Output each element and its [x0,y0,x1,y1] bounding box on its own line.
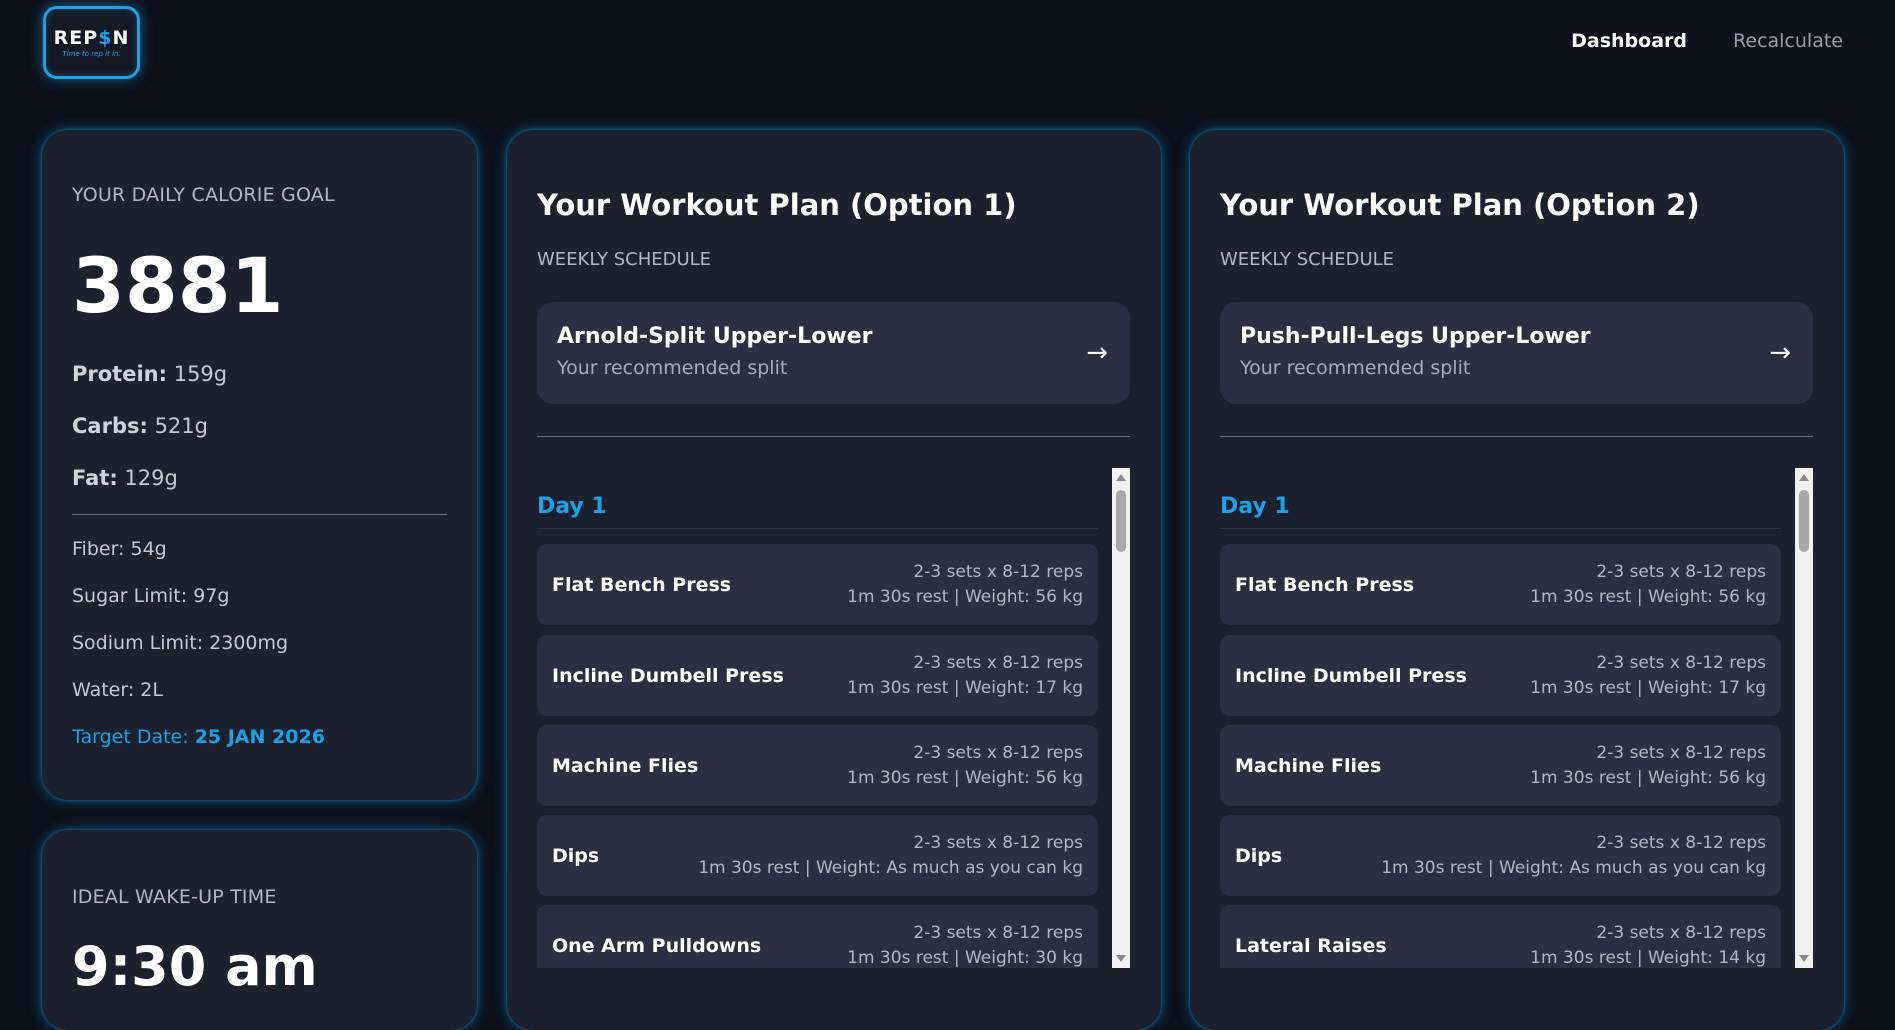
exercise-detail: 2-3 sets x 8-12 reps 1m 30s rest | Weight… [1381,832,1766,878]
arrow-right-icon[interactable]: → [1086,338,1108,368]
exercise-name: Lateral Raises [1235,934,1387,957]
exercise-item[interactable]: One Arm Pulldowns 2-3 sets x 8-12 reps 1m… [537,905,1098,968]
carbs-macro: Carbs: 521g [72,414,208,438]
exercise-item[interactable]: Machine Flies 2-3 sets x 8-12 reps 1m 30s… [537,725,1098,806]
exercise-name: Incline Dumbell Press [552,664,784,687]
main-nav: Dashboard Recalculate [1571,30,1843,52]
protein-macro: Protein: 159g [72,362,228,386]
logo-tagline: Time to rep it in. [62,50,121,58]
scroll-up-icon[interactable] [1799,474,1809,481]
exercise-item[interactable]: Incline Dumbell Press 2-3 sets x 8-12 re… [1220,635,1781,716]
split-card[interactable]: Arnold-Split Upper-Lower Your recommende… [537,302,1130,404]
split-name: Push-Pull-Legs Upper-Lower [1240,324,1591,349]
app-logo[interactable]: REP$N Time to rep it in. [43,6,140,79]
exercise-item[interactable]: Dips 2-3 sets x 8-12 reps 1m 30s rest | W… [537,815,1098,896]
exercise-item[interactable]: Lateral Raises 2-3 sets x 8-12 reps 1m 30… [1220,905,1781,968]
wake-up-card: IDEAL WAKE-UP TIME 9:30 am [42,830,477,1030]
day-heading: Day 1 [537,494,607,519]
scroll-down-icon[interactable] [1799,955,1809,962]
plan-divider [537,436,1130,437]
sodium-limit-item: Sodium Limit: 2300mg [72,632,289,654]
exercise-detail: 2-3 sets x 8-12 reps 1m 30s rest | Weight… [1530,742,1766,788]
exercise-detail: 2-3 sets x 8-12 reps 1m 30s rest | Weight… [847,652,1083,698]
exercise-name: Dips [1235,844,1283,867]
day-schedule-scroll[interactable]: Day 1 Flat Bench Press 2-3 sets x 8-12 r… [1220,468,1813,968]
plan-divider [1220,436,1813,437]
fiber-item: Fiber: 54g [72,538,167,560]
plan-title: Your Workout Plan (Option 1) [537,188,1017,222]
logo-wordmark: REP$N [53,27,130,49]
split-card[interactable]: Push-Pull-Legs Upper-Lower Your recommen… [1220,302,1813,404]
exercise-name: Machine Flies [1235,754,1382,777]
scrollbar[interactable] [1795,468,1813,968]
split-name: Arnold-Split Upper-Lower [557,324,873,349]
exercise-name: Flat Bench Press [552,573,732,596]
exercise-item[interactable]: Incline Dumbell Press 2-3 sets x 8-12 re… [537,635,1098,716]
macro-divider [72,514,447,515]
nav-dashboard-link[interactable]: Dashboard [1571,30,1687,52]
calorie-goal-label: YOUR DAILY CALORIE GOAL [72,184,335,206]
workout-plan-option-2: Your Workout Plan (Option 2) WEEKLY SCHE… [1190,130,1844,1030]
exercise-detail: 2-3 sets x 8-12 reps 1m 30s rest | Weight… [1530,652,1766,698]
day-heading: Day 1 [1220,494,1290,519]
wake-up-time: 9:30 am [72,935,318,998]
calorie-goal-card: YOUR DAILY CALORIE GOAL 3881 Protein: 15… [42,130,477,800]
exercise-name: Machine Flies [552,754,699,777]
exercise-detail: 2-3 sets x 8-12 reps 1m 30s rest | Weight… [847,742,1083,788]
calorie-goal-value: 3881 [72,241,284,330]
scrollbar[interactable] [1112,468,1130,968]
exercise-detail: 2-3 sets x 8-12 reps 1m 30s rest | Weight… [1530,561,1766,607]
exercise-detail: 2-3 sets x 8-12 reps 1m 30s rest | Weight… [847,922,1083,968]
exercise-item[interactable]: Machine Flies 2-3 sets x 8-12 reps 1m 30s… [1220,725,1781,806]
exercise-name: Flat Bench Press [1235,573,1415,596]
exercise-detail: 2-3 sets x 8-12 reps 1m 30s rest | Weight… [847,561,1083,607]
scrollbar-thumb[interactable] [1799,490,1809,552]
plan-title: Your Workout Plan (Option 2) [1220,188,1700,222]
scroll-down-icon[interactable] [1116,955,1126,962]
split-description: Your recommended split [1240,357,1471,379]
top-bar: REP$N Time to rep it in. Dashboard Recal… [0,0,1895,90]
exercise-item[interactable]: Flat Bench Press 2-3 sets x 8-12 reps 1m … [537,544,1098,625]
day-heading-divider [1220,528,1781,529]
arrow-right-icon[interactable]: → [1769,338,1791,368]
scrollbar-thumb[interactable] [1116,490,1126,552]
scroll-up-icon[interactable] [1116,474,1126,481]
target-date: Target Date: 25 JAN 2026 [72,726,325,748]
day-schedule-scroll[interactable]: Day 1 Flat Bench Press 2-3 sets x 8-12 r… [537,468,1130,968]
wake-up-label: IDEAL WAKE-UP TIME [72,886,277,908]
exercise-detail: 2-3 sets x 8-12 reps 1m 30s rest | Weight… [1530,922,1766,968]
nav-recalculate-link[interactable]: Recalculate [1733,30,1843,52]
plan-subtitle: WEEKLY SCHEDULE [537,249,712,270]
fat-macro: Fat: 129g [72,466,178,490]
workout-plan-option-1: Your Workout Plan (Option 1) WEEKLY SCHE… [507,130,1161,1030]
exercise-name: Incline Dumbell Press [1235,664,1467,687]
exercise-item[interactable]: Dips 2-3 sets x 8-12 reps 1m 30s rest | W… [1220,815,1781,896]
exercise-name: Dips [552,844,600,867]
day-heading-divider [537,528,1098,529]
exercise-item[interactable]: Flat Bench Press 2-3 sets x 8-12 reps 1m … [1220,544,1781,625]
exercise-name: One Arm Pulldowns [552,934,762,957]
split-description: Your recommended split [557,357,788,379]
sugar-limit-item: Sugar Limit: 97g [72,585,230,607]
water-item: Water: 2L [72,679,163,701]
exercise-detail: 2-3 sets x 8-12 reps 1m 30s rest | Weight… [698,832,1083,878]
plan-subtitle: WEEKLY SCHEDULE [1220,249,1395,270]
